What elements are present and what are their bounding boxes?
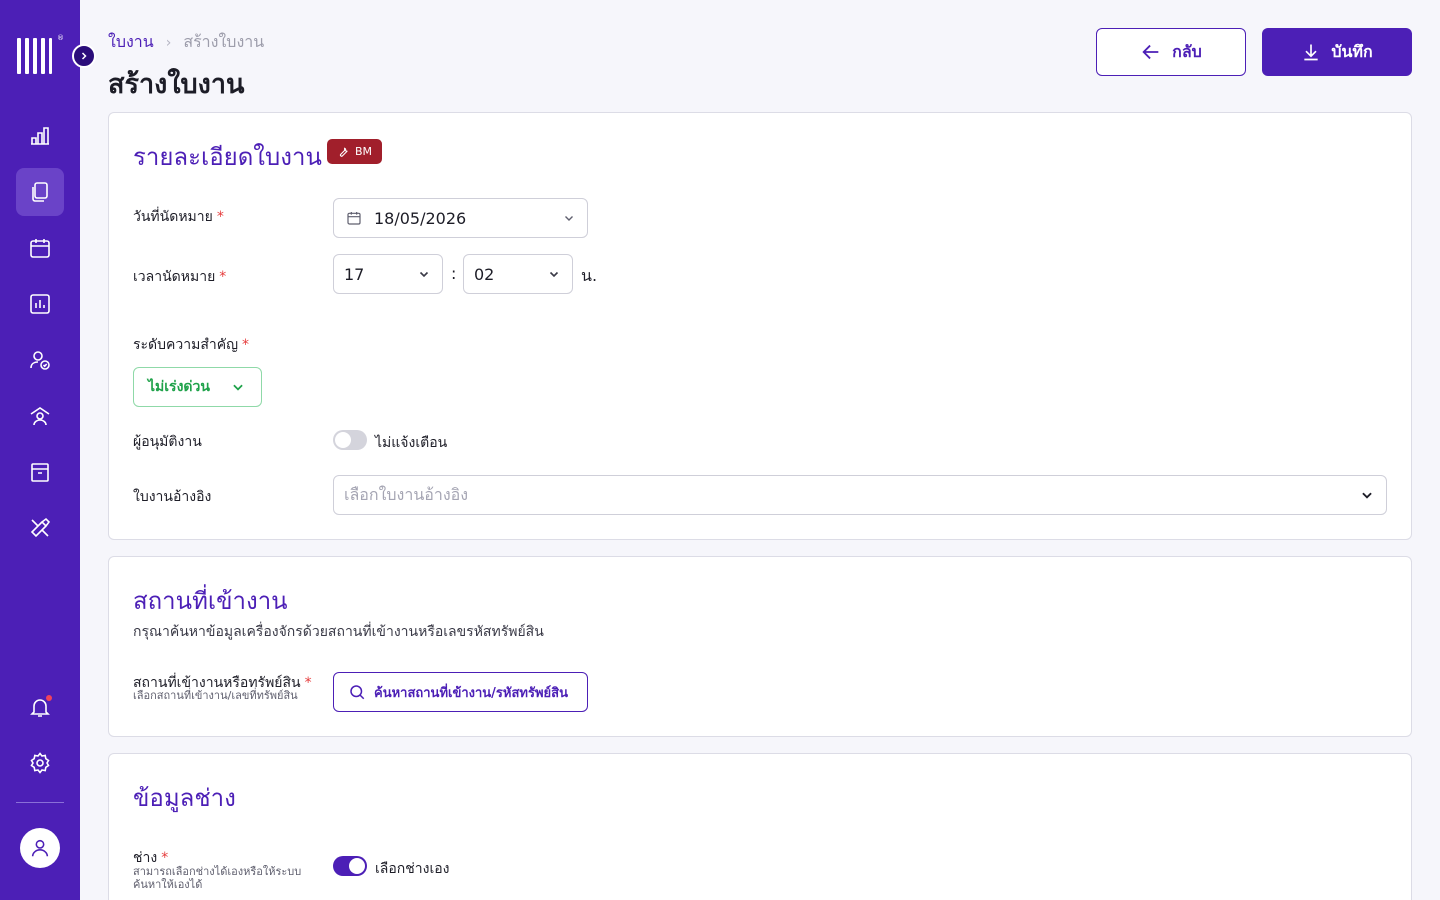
date-picker[interactable]: 18/05/2026 [333, 198, 588, 238]
nav-tools-icon[interactable] [16, 504, 64, 552]
save-button-label: บันทึก [1331, 41, 1373, 61]
back-button[interactable]: กลับ [1096, 28, 1246, 76]
priority-select[interactable]: ไม่เร่งด่วน [133, 367, 262, 407]
approver-label: ผู้อนุมัติงาน [133, 434, 202, 450]
nav-workorders-icon[interactable] [16, 168, 64, 216]
type-badge: BM [327, 139, 383, 164]
technician-sublabel: สามารถเลือกช่างได้เองหรือให้ระบบค้นหาให้… [133, 865, 302, 891]
breadcrumb-workorders-link[interactable]: ใบงาน [108, 30, 154, 55]
download-icon [1304, 44, 1318, 61]
technician-toggle-text: เลือกช่างเอง [375, 861, 450, 877]
reference-label: ใบงานอ้างอิง [133, 489, 212, 505]
reference-select[interactable]: เลือกใบงานอ้างอิง [333, 475, 1387, 515]
priority-value: ไม่เร่งด่วน [148, 379, 210, 395]
nav-archive-icon[interactable] [16, 448, 64, 496]
nav-settings-icon[interactable] [16, 739, 64, 787]
calendar-icon [347, 212, 361, 225]
hour-value: 17 [344, 264, 365, 284]
technician-title: ข้อมูลช่าง [133, 784, 236, 812]
details-card: รายละเอียดใบงาน BM วันที่นัดหมาย * 18/05/… [108, 112, 1412, 540]
minute-value: 02 [474, 264, 495, 284]
user-avatar-icon[interactable] [20, 828, 60, 868]
location-card: สถานที่เข้างาน กรุณาค้นหาข้อมูลเครื่องจั… [108, 556, 1412, 737]
nav-calendar-icon[interactable] [16, 224, 64, 272]
wrench-icon [339, 147, 348, 157]
time-unit: น. [581, 266, 598, 285]
notification-dot [46, 695, 52, 701]
chevron-down-icon [419, 271, 429, 278]
back-button-label: กลับ [1172, 41, 1202, 61]
approver-toggle-text: ไม่แจ้งเตือน [375, 435, 448, 451]
priority-label: ระดับความสำคัญ * [133, 337, 250, 353]
hour-select[interactable]: 17 [333, 254, 443, 294]
chevron-down-icon [233, 384, 243, 391]
nav-dashboard-icon[interactable] [16, 112, 64, 160]
location-title: สถานที่เข้างาน [133, 587, 288, 615]
reference-placeholder: เลือกใบงานอ้างอิง [344, 484, 469, 504]
details-title: รายละเอียดใบงาน [133, 143, 322, 171]
page-title: สร้างใบงาน [108, 69, 245, 100]
nav-user-check-icon[interactable] [16, 336, 64, 384]
technician-toggle[interactable] [333, 856, 367, 876]
sidebar: ® [0, 0, 80, 900]
approver-toggle[interactable] [333, 430, 367, 450]
chevron-right-icon [81, 52, 87, 60]
breadcrumb: ใบงาน › สร้างใบงาน [108, 30, 264, 55]
date-label: วันที่นัดหมาย * [133, 209, 224, 225]
brand-logo: ® [14, 34, 66, 78]
breadcrumb-separator: › [165, 34, 172, 51]
nav-report-icon[interactable] [16, 280, 64, 328]
search-icon [350, 685, 365, 700]
nav-technician-icon[interactable] [16, 392, 64, 440]
minute-select[interactable]: 02 [463, 254, 573, 294]
technician-card: ข้อมูลช่าง ช่าง * สามารถเลือกช่างได้เองหร… [108, 753, 1412, 900]
type-badge-label: BM [355, 145, 373, 158]
arrow-left-icon [1142, 44, 1159, 60]
location-field-sublabel: เลือกสถานที่เข้างาน/เลขที่ทรัพย์สิน [133, 689, 298, 702]
chevron-down-icon [565, 216, 573, 221]
time-separator: : [451, 264, 457, 283]
location-search-button[interactable]: ค้นหาสถานที่เข้างาน/รหัสทรัพย์สิน [333, 672, 588, 712]
sidebar-expand-button[interactable] [72, 44, 96, 68]
sidebar-divider [16, 802, 64, 803]
date-value: 18/05/2026 [374, 208, 467, 228]
save-button[interactable]: บันทึก [1262, 28, 1412, 76]
location-description: กรุณาค้นหาข้อมูลเครื่องจักรด้วยสถานที่เข… [133, 624, 544, 640]
nav-notification-icon[interactable] [16, 683, 64, 731]
location-search-label: ค้นหาสถานที่เข้างาน/รหัสทรัพย์สิน [374, 685, 568, 701]
time-label: เวลานัดหมาย * [133, 269, 227, 285]
chevron-down-icon [1362, 492, 1372, 499]
chevron-down-icon [549, 271, 559, 278]
breadcrumb-current: สร้างใบงาน [183, 32, 265, 51]
